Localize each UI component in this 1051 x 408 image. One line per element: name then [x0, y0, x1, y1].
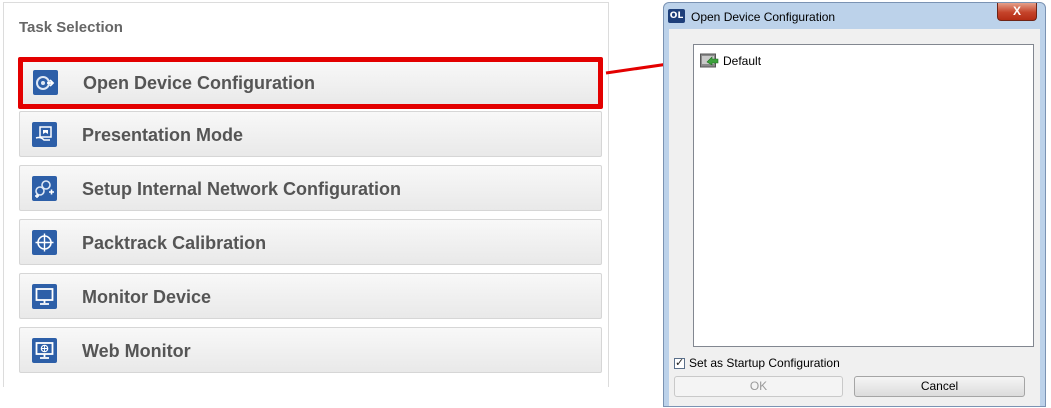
dialog-title: Open Device Configuration	[691, 10, 836, 24]
crosshair-icon	[32, 230, 57, 255]
task-selection-title: Task Selection	[19, 19, 123, 36]
task-label: Open Device Configuration	[83, 73, 316, 93]
list-item-label: Default	[723, 54, 762, 68]
ok-button[interactable]: OK	[674, 376, 843, 397]
dialog-body: Default Set as Startup Configuration OK …	[669, 29, 1040, 406]
web-monitor-button[interactable]: Web Monitor	[19, 327, 602, 373]
app-icon: OL	[668, 9, 685, 23]
config-item-icon	[700, 53, 720, 69]
startup-checkbox-label: Set as Startup Configuration	[689, 356, 840, 370]
presentation-mode-button[interactable]: Presentation Mode	[19, 111, 602, 157]
dialog-titlebar[interactable]: OL Open Device Configuration X	[664, 3, 1045, 29]
list-item[interactable]: Default	[700, 51, 761, 71]
task-label: Packtrack Calibration	[82, 233, 267, 253]
task-label: Setup Internal Network Configuration	[82, 179, 402, 199]
task-label: Web Monitor	[82, 341, 191, 361]
open-config-icon	[33, 70, 58, 95]
web-monitor-icon	[32, 338, 57, 363]
monitor-device-button[interactable]: Monitor Device	[19, 273, 602, 319]
close-button[interactable]: X	[997, 3, 1037, 21]
network-setup-icon	[32, 176, 57, 201]
open-device-configuration-button[interactable]: Open Device Configuration	[18, 57, 603, 109]
packtrack-calibration-button[interactable]: Packtrack Calibration	[19, 219, 602, 265]
setup-internal-network-configuration-button[interactable]: Setup Internal Network Configuration	[19, 165, 602, 211]
presentation-icon	[32, 122, 57, 147]
task-selection-panel: Task Selection Open Device Configuration…	[3, 2, 609, 387]
task-label: Monitor Device	[82, 287, 212, 307]
monitor-icon	[32, 284, 57, 309]
open-device-configuration-dialog: OL Open Device Configuration X Default S…	[663, 2, 1046, 407]
task-label: Presentation Mode	[82, 125, 244, 145]
configuration-list[interactable]: Default	[693, 44, 1034, 347]
cancel-button[interactable]: Cancel	[854, 376, 1025, 397]
startup-checkbox[interactable]	[674, 356, 685, 369]
startup-configuration-row[interactable]: Set as Startup Configuration	[674, 356, 840, 370]
